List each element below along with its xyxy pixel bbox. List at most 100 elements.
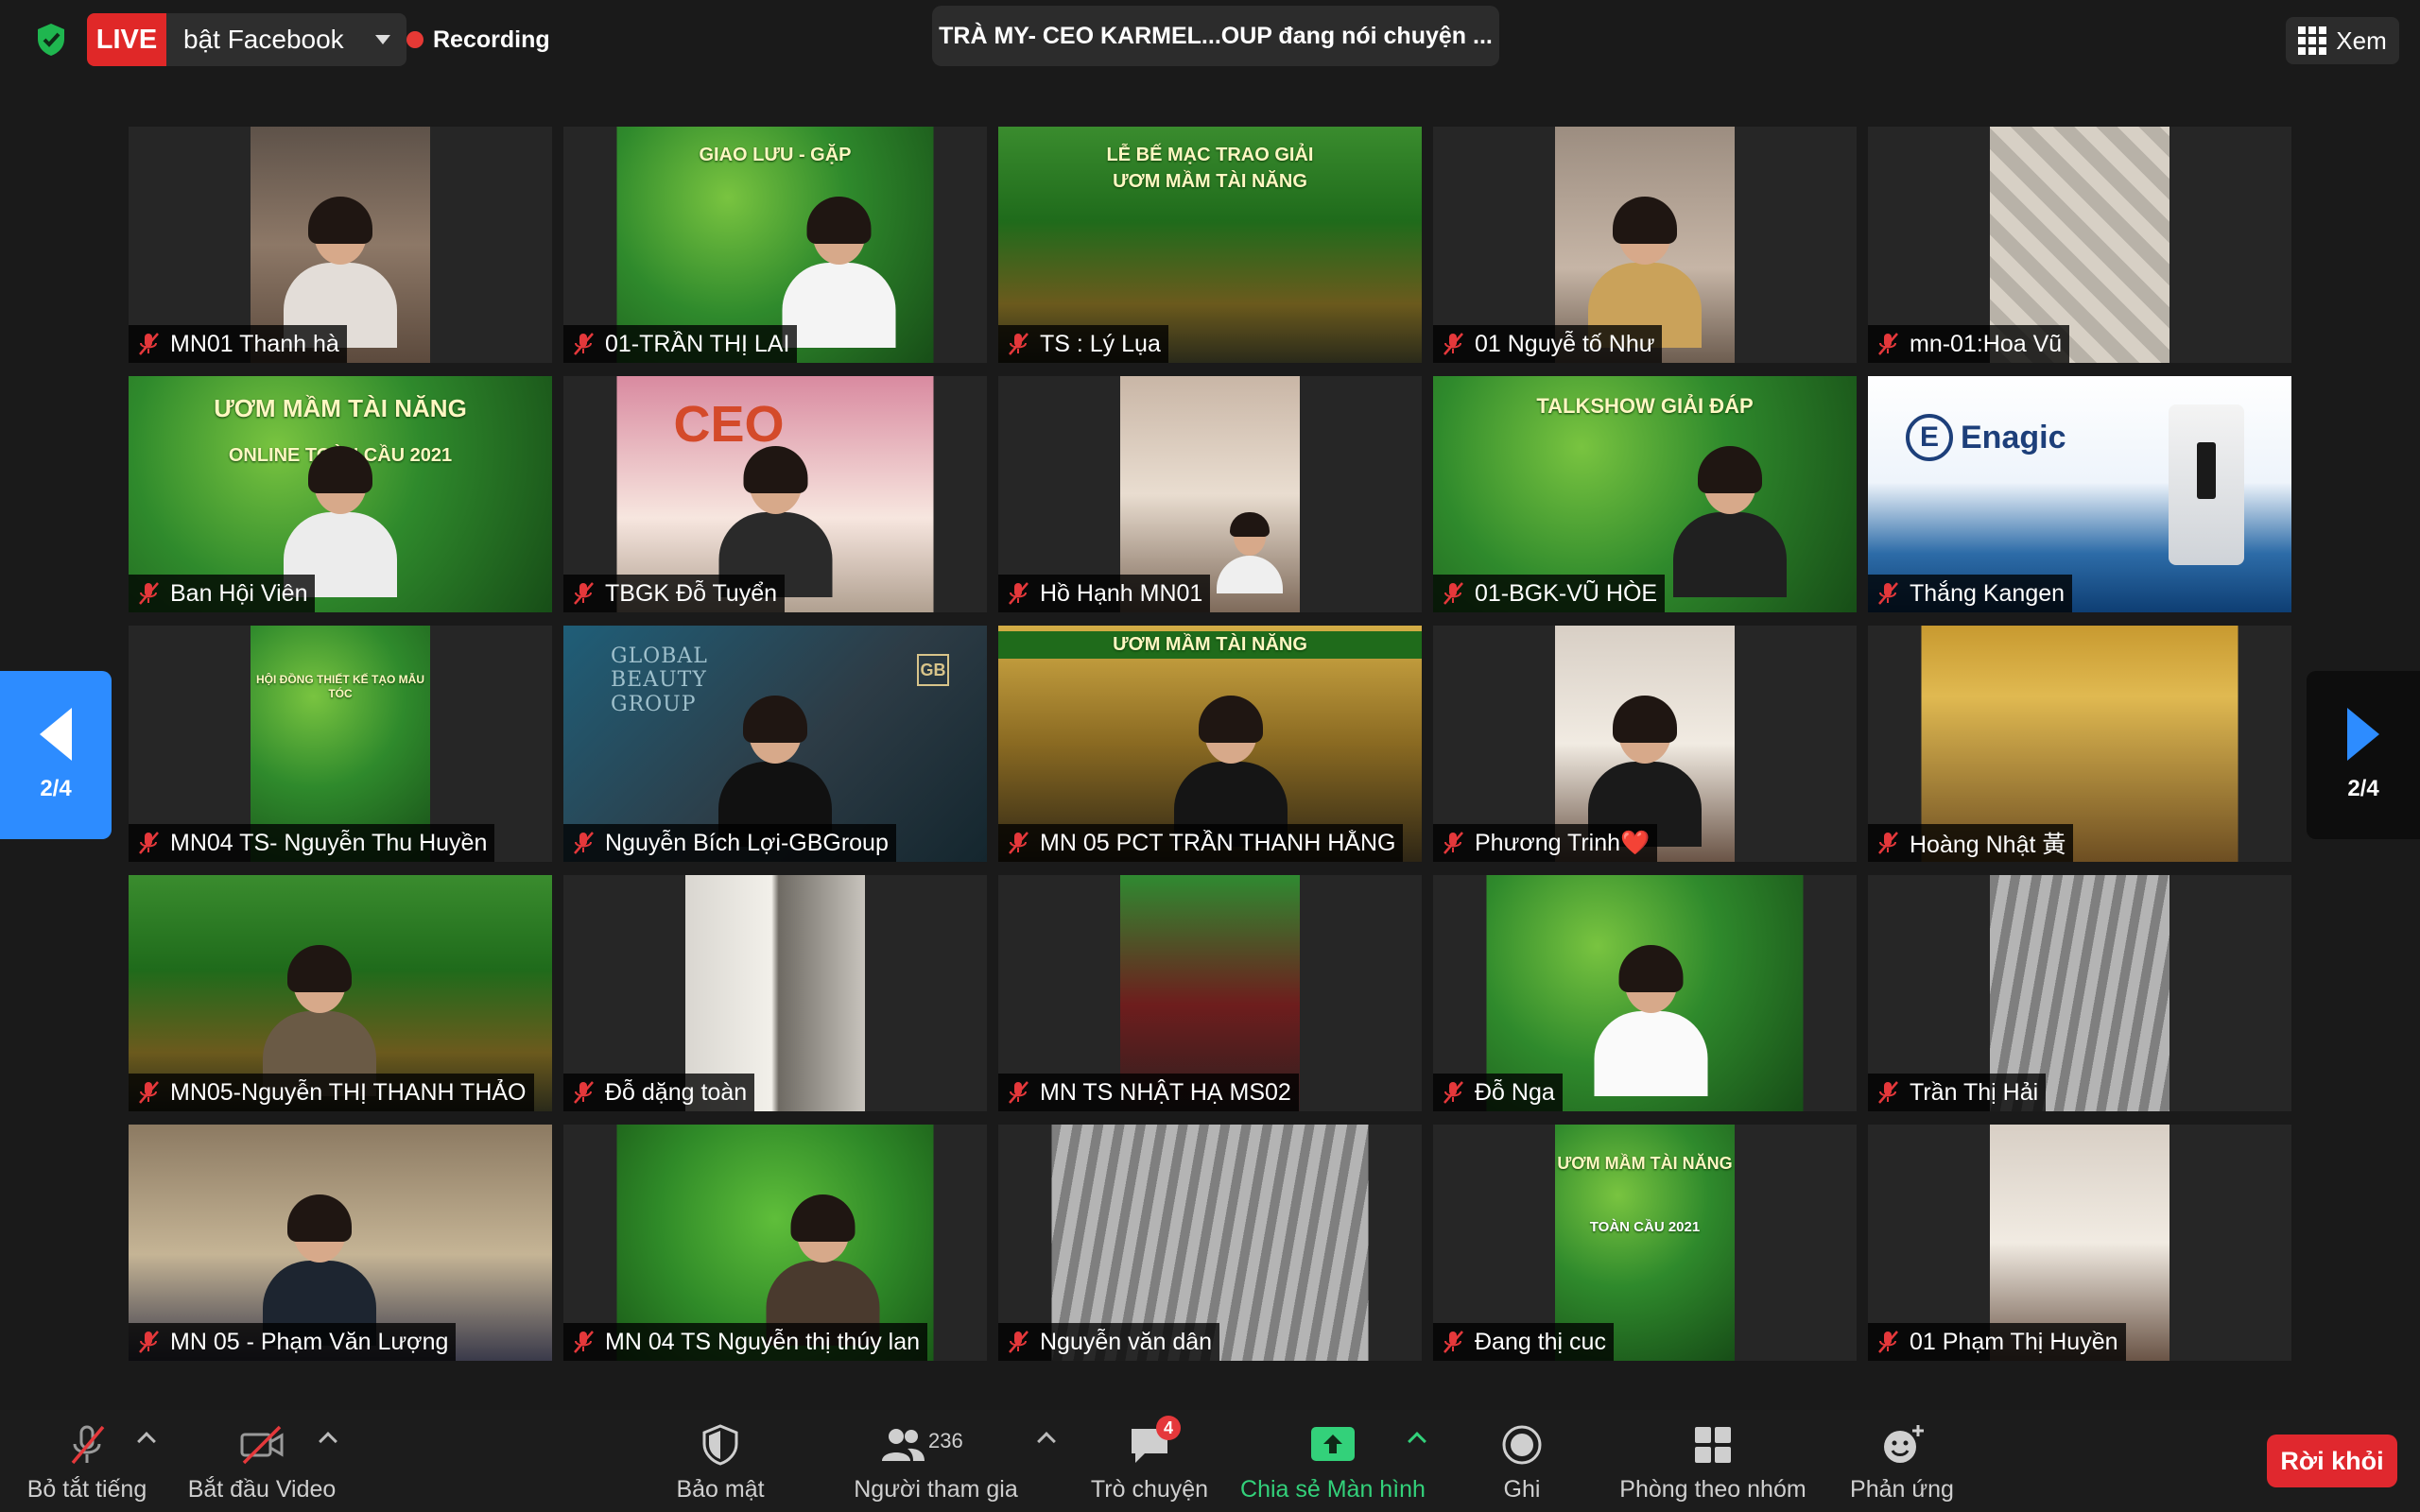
- participant-tile[interactable]: TALKSHOW GIẢI ĐÁP 01-BGK-VŨ HÒE: [1433, 376, 1857, 612]
- share-screen-button[interactable]: Chia sẻ Màn hình: [1238, 1410, 1427, 1512]
- participant-name-tag: TBGK Đỗ Tuyển: [563, 575, 786, 612]
- participant-name: MN05-Nguyễn THỊ THANH THẢO: [170, 1078, 527, 1106]
- chevron-down-icon: [374, 35, 390, 44]
- participant-tile[interactable]: CEO TBGK Đỗ Tuyển: [563, 376, 987, 612]
- mute-button[interactable]: Bỏ tắt tiếng: [23, 1410, 151, 1512]
- security-button[interactable]: Bảo mật: [662, 1410, 779, 1512]
- enagic-logo-text: Enagic: [1961, 419, 2066, 455]
- banner-text: HỘI ĐỒNG THIẾT KẾ TẠO MẪU TÓC: [256, 673, 424, 700]
- participant-tile[interactable]: LỄ BẾ MẠC TRAO GIẢI ƯƠM MẦM TÀI NĂNG TS …: [998, 127, 1422, 363]
- recording-indicator[interactable]: Recording: [406, 19, 550, 60]
- breakout-rooms-button[interactable]: Phòng theo nhóm: [1613, 1410, 1813, 1512]
- participant-name-tag: MN04 TS- Nguyễn Thu Huyền: [129, 824, 495, 862]
- reactions-button[interactable]: Phản ứng: [1843, 1410, 1961, 1512]
- participant-tile[interactable]: E Enagic Thắng Kangen: [1868, 376, 2291, 612]
- participant-count: 236: [928, 1429, 963, 1452]
- participant-tile[interactable]: ƯƠM MẦM TÀI NĂNG ONLINE TOÀN CẦU 2021 Ba…: [129, 376, 552, 612]
- participant-tile[interactable]: Hoàng Nhật 黃: [1868, 626, 2291, 862]
- participant-tile[interactable]: 01 Nguyễ tố Như: [1433, 127, 1857, 363]
- banner-subtext: TOÀN CẦU 2021: [1589, 1219, 1701, 1235]
- participant-name-tag: mn-01:Hoa Vũ: [1868, 325, 2070, 363]
- participant-tile[interactable]: Trần Thị Hải: [1868, 875, 2291, 1111]
- chat-button[interactable]: 4 Trò chuyện: [1087, 1410, 1212, 1512]
- participant-name: MN 05 PCT TRẦN THANH HẰNG: [1040, 829, 1396, 856]
- participant-tile[interactable]: Đỗ Nga: [1433, 875, 1857, 1111]
- security-label: Bảo mật: [676, 1476, 765, 1503]
- enagic-logo-mark: E: [1906, 414, 1953, 461]
- previous-page-button[interactable]: 2/4: [0, 671, 112, 839]
- mic-muted-icon: [1878, 333, 1898, 355]
- participant-video-figure: [718, 696, 832, 847]
- participant-name: Đang thị cuc: [1475, 1328, 1606, 1355]
- live-stream-control[interactable]: LIVE bật Facebook: [87, 13, 406, 66]
- start-video-label: Bắt đầu Video: [187, 1476, 337, 1503]
- share-screen-icon: [1311, 1427, 1355, 1461]
- participant-tile[interactable]: GIAO LƯU - GẶP 01-TRẦN THỊ LAI: [563, 127, 987, 363]
- participant-tile[interactable]: Đỗ dặng toàn: [563, 875, 987, 1111]
- participant-name-tag: Hoàng Nhật 黃: [1868, 824, 2074, 862]
- view-button[interactable]: Xem: [2286, 17, 2399, 64]
- water-ionizer-device: [2169, 404, 2244, 565]
- reactions-label: Phản ứng: [1850, 1476, 1954, 1503]
- participant-name: TBGK Đỗ Tuyển: [605, 579, 778, 607]
- participant-name-tag: MN 04 TS Nguyễn thị thúy lan: [563, 1323, 928, 1361]
- participant-tile[interactable]: ƯƠM MẦM TÀI NĂNG TOÀN CẦU 2021 Đang thị …: [1433, 1125, 1857, 1361]
- banner-text: GIAO LƯU - GẶP: [699, 145, 852, 165]
- participant-name-tag: TS : Lý Lụa: [998, 325, 1168, 363]
- mic-muted-icon: [1878, 582, 1898, 605]
- participant-video-figure: [284, 197, 397, 348]
- video-off-icon: [240, 1425, 284, 1465]
- participant-tile[interactable]: MN 05 - Phạm Văn Lượng: [129, 1125, 552, 1361]
- mic-muted-icon: [139, 582, 159, 605]
- mic-muted-icon: [139, 832, 159, 854]
- participant-tile[interactable]: Hồ Hạnh MN01: [998, 376, 1422, 612]
- participant-name-tag: MN 05 PCT TRẦN THANH HẰNG: [998, 824, 1404, 862]
- participant-tile[interactable]: 01 Phạm Thị Huyền: [1868, 1125, 2291, 1361]
- mic-muted-icon: [574, 1081, 594, 1104]
- participant-name: MN TS NHẬT HẠ MS02: [1040, 1078, 1291, 1106]
- participant-tile[interactable]: MN 04 TS Nguyễn thị thúy lan: [563, 1125, 987, 1361]
- participant-video-figure: [262, 1194, 376, 1346]
- participant-video-figure: [1594, 945, 1708, 1096]
- leave-meeting-button[interactable]: Rời khỏi: [2267, 1435, 2397, 1487]
- recording-dot-icon: [406, 31, 424, 48]
- participant-name: MN 04 TS Nguyễn thị thúy lan: [605, 1328, 921, 1355]
- participant-name-tag: 01 Nguyễ tố Như: [1433, 325, 1663, 363]
- global-beauty-logo: GLOBAL BEAUTY GROUP: [611, 644, 708, 716]
- mic-muted-icon: [1443, 832, 1463, 854]
- chevron-right-icon: [2347, 708, 2379, 761]
- next-page-button[interactable]: 2/4: [2307, 671, 2420, 839]
- participant-tile[interactable]: Nguyễn văn dân: [998, 1125, 1422, 1361]
- participant-name-tag: Trần Thị Hải: [1868, 1074, 2047, 1111]
- live-stream-label[interactable]: bật Facebook: [166, 13, 359, 66]
- participant-tile[interactable]: Phương Trinh❤️: [1433, 626, 1857, 862]
- start-video-button[interactable]: Bắt đầu Video: [183, 1410, 340, 1512]
- reactions-smiley-icon: [1884, 1425, 1924, 1463]
- encryption-shield-icon[interactable]: [32, 21, 70, 59]
- participant-tile[interactable]: MN01 Thanh hà: [129, 127, 552, 363]
- participant-tile[interactable]: GLOBAL BEAUTY GROUP GB Nguyễn Bích Lợi-G…: [563, 626, 987, 862]
- recording-label: Recording: [433, 26, 550, 53]
- participant-name: 01 Nguyễ tố Như: [1475, 330, 1655, 357]
- participants-button[interactable]: 236 Người tham gia: [849, 1410, 1023, 1512]
- participant-video-figure: [262, 945, 376, 1096]
- participant-tile[interactable]: mn-01:Hoa Vũ: [1868, 127, 2291, 363]
- participant-name: Đỗ dặng toàn: [605, 1078, 748, 1106]
- chat-label: Trò chuyện: [1090, 1476, 1209, 1503]
- participant-name: MN01 Thanh hà: [170, 330, 339, 357]
- mute-label: Bỏ tắt tiếng: [26, 1476, 147, 1503]
- participant-name-tag: Phương Trinh❤️: [1433, 824, 1658, 862]
- participant-tile[interactable]: MN05-Nguyễn THỊ THANH THẢO: [129, 875, 552, 1111]
- record-icon: [1502, 1425, 1542, 1465]
- record-button[interactable]: Ghi: [1484, 1410, 1560, 1512]
- participant-name: TS : Lý Lụa: [1040, 330, 1161, 357]
- participant-name: 01 Phạm Thị Huyền: [1910, 1328, 2118, 1355]
- participant-name-tag: MN 05 - Phạm Văn Lượng: [129, 1323, 457, 1361]
- participant-name: MN04 TS- Nguyễn Thu Huyền: [170, 829, 488, 856]
- security-shield-icon: [702, 1424, 738, 1466]
- participant-tile[interactable]: HỘI ĐỒNG THIẾT KẾ TẠO MẪU TÓC MN04 TS- N…: [129, 626, 552, 862]
- mic-muted-icon: [574, 333, 594, 355]
- live-stream-menu-button[interactable]: [359, 13, 406, 66]
- participant-tile[interactable]: ƯƠM MẦM TÀI NĂNG MN 05 PCT TRẦN THANH HẰ…: [998, 626, 1422, 862]
- participant-tile[interactable]: MN TS NHẬT HẠ MS02: [998, 875, 1422, 1111]
